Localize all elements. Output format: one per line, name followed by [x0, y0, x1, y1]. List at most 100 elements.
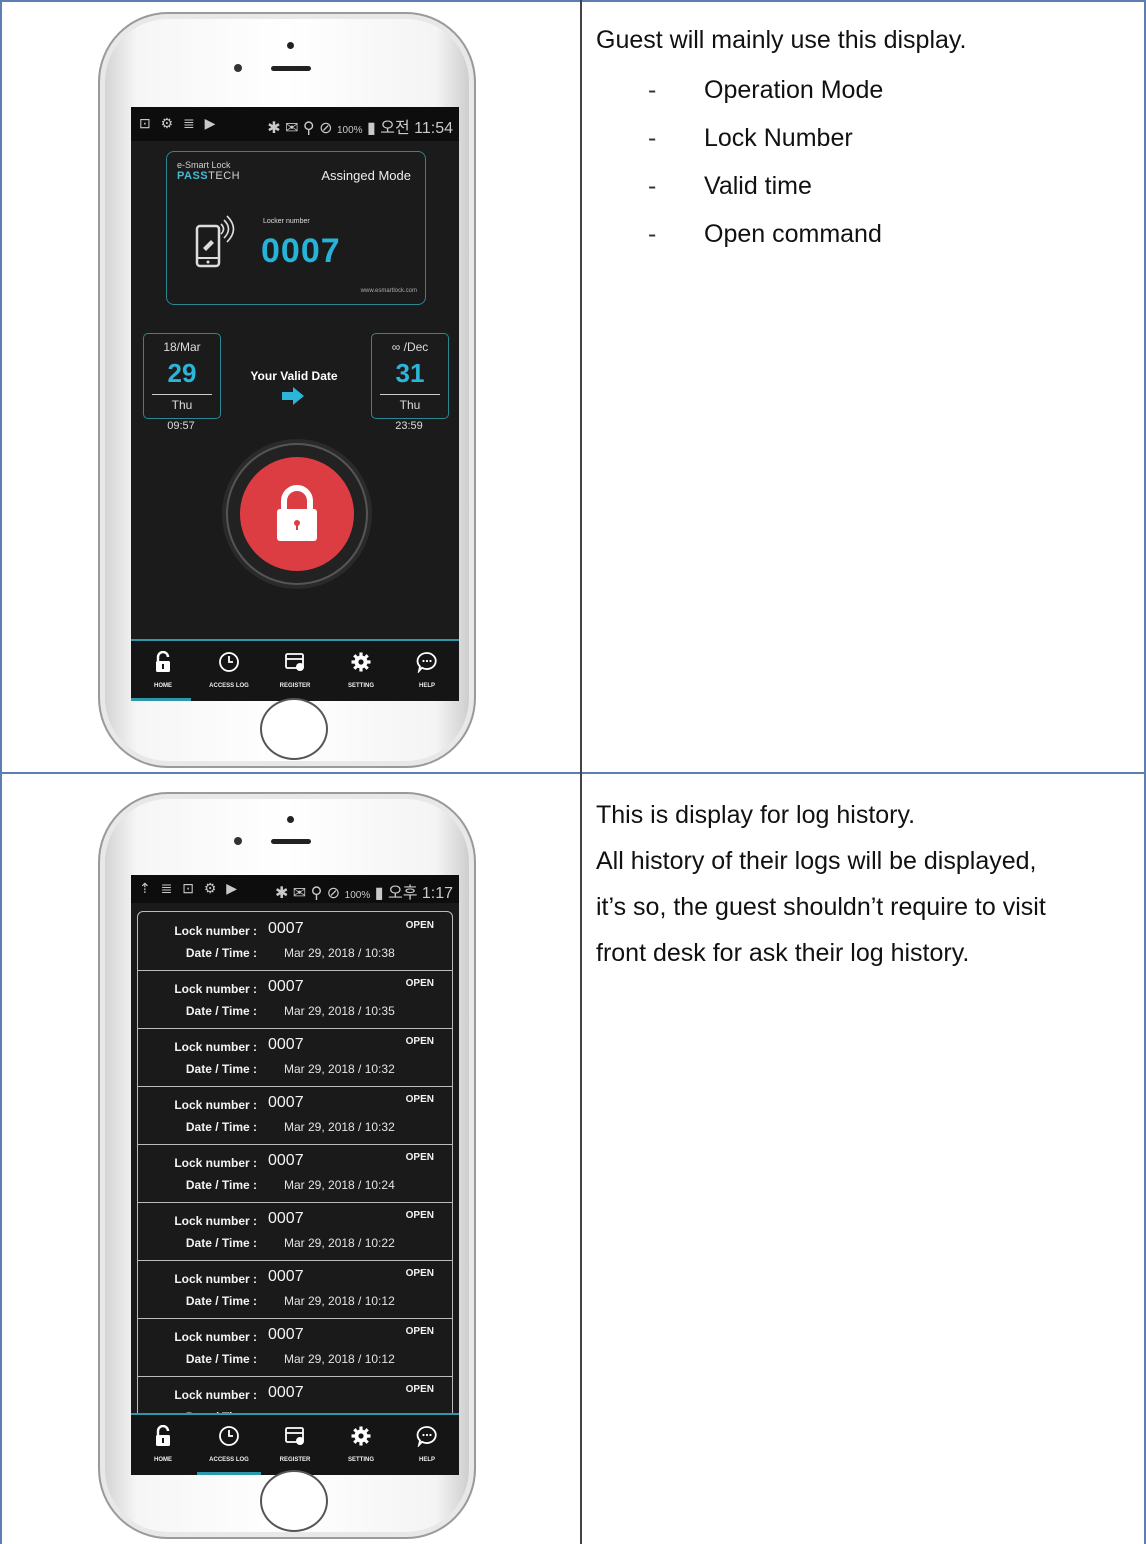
log-entry-row: Lock number : 0007 OPEN Date / Time : Mar 29…: [138, 1318, 452, 1377]
nav-help[interactable]: HELP: [395, 641, 459, 701]
log-entry-row: Lock number : 0007 OPEN Date / Time : Mar 29…: [138, 1202, 452, 1261]
start-weekday: Thu: [171, 398, 193, 412]
log-status: OPEN: [405, 1326, 434, 1337]
table-border-top: [0, 0, 1146, 2]
status-left-icons: ⇡ ≣ ⊡ ⚙ ▶: [139, 880, 241, 896]
lock-number-label: Lock number :: [174, 1040, 257, 1054]
card-register-icon: [285, 1427, 304, 1445]
front-camera: [234, 64, 242, 72]
lock-number-label: Lock number :: [174, 982, 257, 996]
nav-active-indicator: [131, 698, 191, 701]
log-entry-row: Lock number : 0007 OPEN Date / Time : Mar 29…: [138, 912, 452, 971]
description-intro: Guest will mainly use this display.: [596, 26, 967, 54]
log-date-time: Mar 29, 2018 / 10:12: [284, 1352, 395, 1366]
start-day: 29: [167, 358, 197, 388]
log-lock-number: 0007: [268, 1036, 304, 1053]
end-day: 31: [395, 358, 425, 388]
description-line: This is display for log history.: [596, 801, 916, 829]
nav-access-log-label: ACCESS LOG: [209, 683, 249, 689]
log-date-time: Mar 29, 2018 / 10:24: [284, 1178, 395, 1192]
nav-access-log[interactable]: ACCESS LOG: [197, 1415, 261, 1475]
log-status: OPEN: [405, 1210, 434, 1221]
status-left-icons: ⊡ ⚙ ≣ ▶: [139, 115, 219, 131]
lock-number-label: Lock number :: [174, 924, 257, 938]
log-date-time: Mar 29, 2018 / 10:12: [284, 1294, 395, 1308]
log-entry-row: Lock number : 0007 OPEN Date / Time : Mar 29…: [138, 1144, 452, 1203]
nav-home[interactable]: HOME: [131, 1415, 195, 1475]
bullet-dash: -: [648, 124, 657, 152]
brand-logo: PASSTECH: [177, 170, 240, 182]
log-entry-row: Lock number : 0007 OPEN Date / Time : Mar 29…: [138, 1260, 452, 1319]
log-list[interactable]: Lock number : 0007 OPEN Date / Time : Mar 29…: [137, 911, 453, 1475]
feature-item: - Lock Number: [596, 118, 1136, 166]
date-time-label: Date / Time :: [185, 1120, 257, 1134]
log-status: OPEN: [405, 978, 434, 989]
description-log: This is display for log history. All his…: [596, 792, 1136, 976]
table-border-middle: [0, 772, 1146, 774]
date-time-label: Date / Time :: [185, 1062, 257, 1076]
bullet-dash: -: [648, 172, 657, 200]
log-lock-number: 0007: [268, 1152, 304, 1169]
nav-help-label: HELP: [418, 1457, 435, 1463]
arrow-right-icon: [282, 387, 304, 405]
description-home: Guest will mainly use this display. - Ope…: [596, 20, 1136, 262]
status-right: ✱ ✉ ⚲ ⊘ 100% ▮ 오전 11:54: [267, 114, 453, 138]
nav-register[interactable]: REGISTER: [263, 1415, 327, 1475]
log-status: OPEN: [405, 920, 434, 931]
feature-item-label: Lock Number: [704, 124, 853, 152]
description-line: front desk for ask their log history.: [596, 939, 970, 967]
status-time: 오후 1:17: [387, 885, 453, 902]
battery-percent: 100%: [344, 890, 371, 901]
date-time-label: Date / Time :: [185, 1352, 257, 1366]
operation-mode: Assinged Mode: [321, 168, 411, 183]
locker-card: e-Smart Lock PASSTECH Assinged Mode Lock…: [166, 151, 426, 305]
log-lock-number: 0007: [268, 1094, 304, 1111]
nav-register[interactable]: REGISTER: [263, 641, 327, 701]
home-button[interactable]: [260, 1470, 328, 1532]
feature-item: - Operation Mode: [596, 70, 1136, 118]
date-divider: [380, 394, 440, 395]
website-url: www.esmartlock.com: [360, 288, 417, 294]
log-date-time: Mar 29, 2018 / 10:22: [284, 1236, 395, 1250]
nav-setting[interactable]: SETTING: [329, 641, 393, 701]
end-weekday: Thu: [399, 398, 421, 412]
clock-icon: [219, 652, 239, 672]
log-lock-number: 0007: [268, 978, 304, 995]
log-status: OPEN: [405, 1036, 434, 1047]
lock-number-label: Lock number :: [174, 1388, 257, 1402]
nav-help-label: HELP: [418, 683, 435, 689]
nav-register-label: REGISTER: [279, 1457, 311, 1463]
battery-percent: 100%: [336, 125, 363, 136]
feature-item: - Open command: [596, 214, 1136, 262]
sensor-dot: [287, 816, 294, 823]
access-log-screen: ⇡ ≣ ⊡ ⚙ ▶ ✱ ✉ ⚲ ⊘ 100% ▮ 오후 1:17 Lock nu…: [131, 875, 459, 1475]
valid-date-label: Your Valid Date: [250, 369, 338, 383]
home-button[interactable]: [260, 698, 328, 760]
padlock-icon: [277, 485, 317, 541]
description-line: it’s so, the guest shouldn’t require to …: [596, 893, 1046, 921]
home-screen: ⊡ ⚙ ≣ ▶ ✱ ✉ ⚲ ⊘ 100% ▮ 오전 11:54 e-Smart …: [131, 107, 459, 701]
log-entry-row: Lock number : 0007 OPEN Date / Time : Mar 29…: [138, 1028, 452, 1087]
bottom-nav: HOME ACCESS LOG REGISTER SETTING HELP: [131, 1413, 459, 1475]
log-lock-number: 0007: [268, 1326, 304, 1343]
date-time-label: Date / Time :: [185, 1004, 257, 1018]
end-time: 23:59: [395, 420, 423, 432]
nav-home[interactable]: HOME: [131, 641, 195, 701]
battery-charging-icon: ▮: [374, 885, 384, 902]
nav-setting[interactable]: SETTING: [329, 1415, 393, 1475]
nav-home-label: HOME: [154, 1457, 172, 1463]
open-lock-button[interactable]: [240, 457, 354, 571]
status-right-icons: ✱ ✉ ⚲ ⊘: [274, 885, 341, 902]
lock-number-label: Lock number :: [174, 1272, 257, 1286]
nav-help[interactable]: HELP: [395, 1415, 459, 1475]
log-date-time: Mar 29, 2018 / 10:38: [284, 946, 395, 960]
start-time: 09:57: [167, 420, 195, 432]
nav-setting-label: SETTING: [347, 683, 374, 689]
log-entry-row: Lock number : 0007 OPEN Date / Time : Mar 29…: [138, 970, 452, 1029]
feature-item-label: Open command: [704, 220, 882, 248]
lock-open-icon: [156, 651, 170, 672]
nav-access-log[interactable]: ACCESS LOG: [197, 641, 261, 701]
phone-nfc-icon: [195, 215, 235, 268]
status-bar: ⊡ ⚙ ≣ ▶ ✱ ✉ ⚲ ⊘ 100% ▮ 오전 11:54: [131, 107, 459, 141]
battery-icon: ▮: [366, 120, 376, 137]
